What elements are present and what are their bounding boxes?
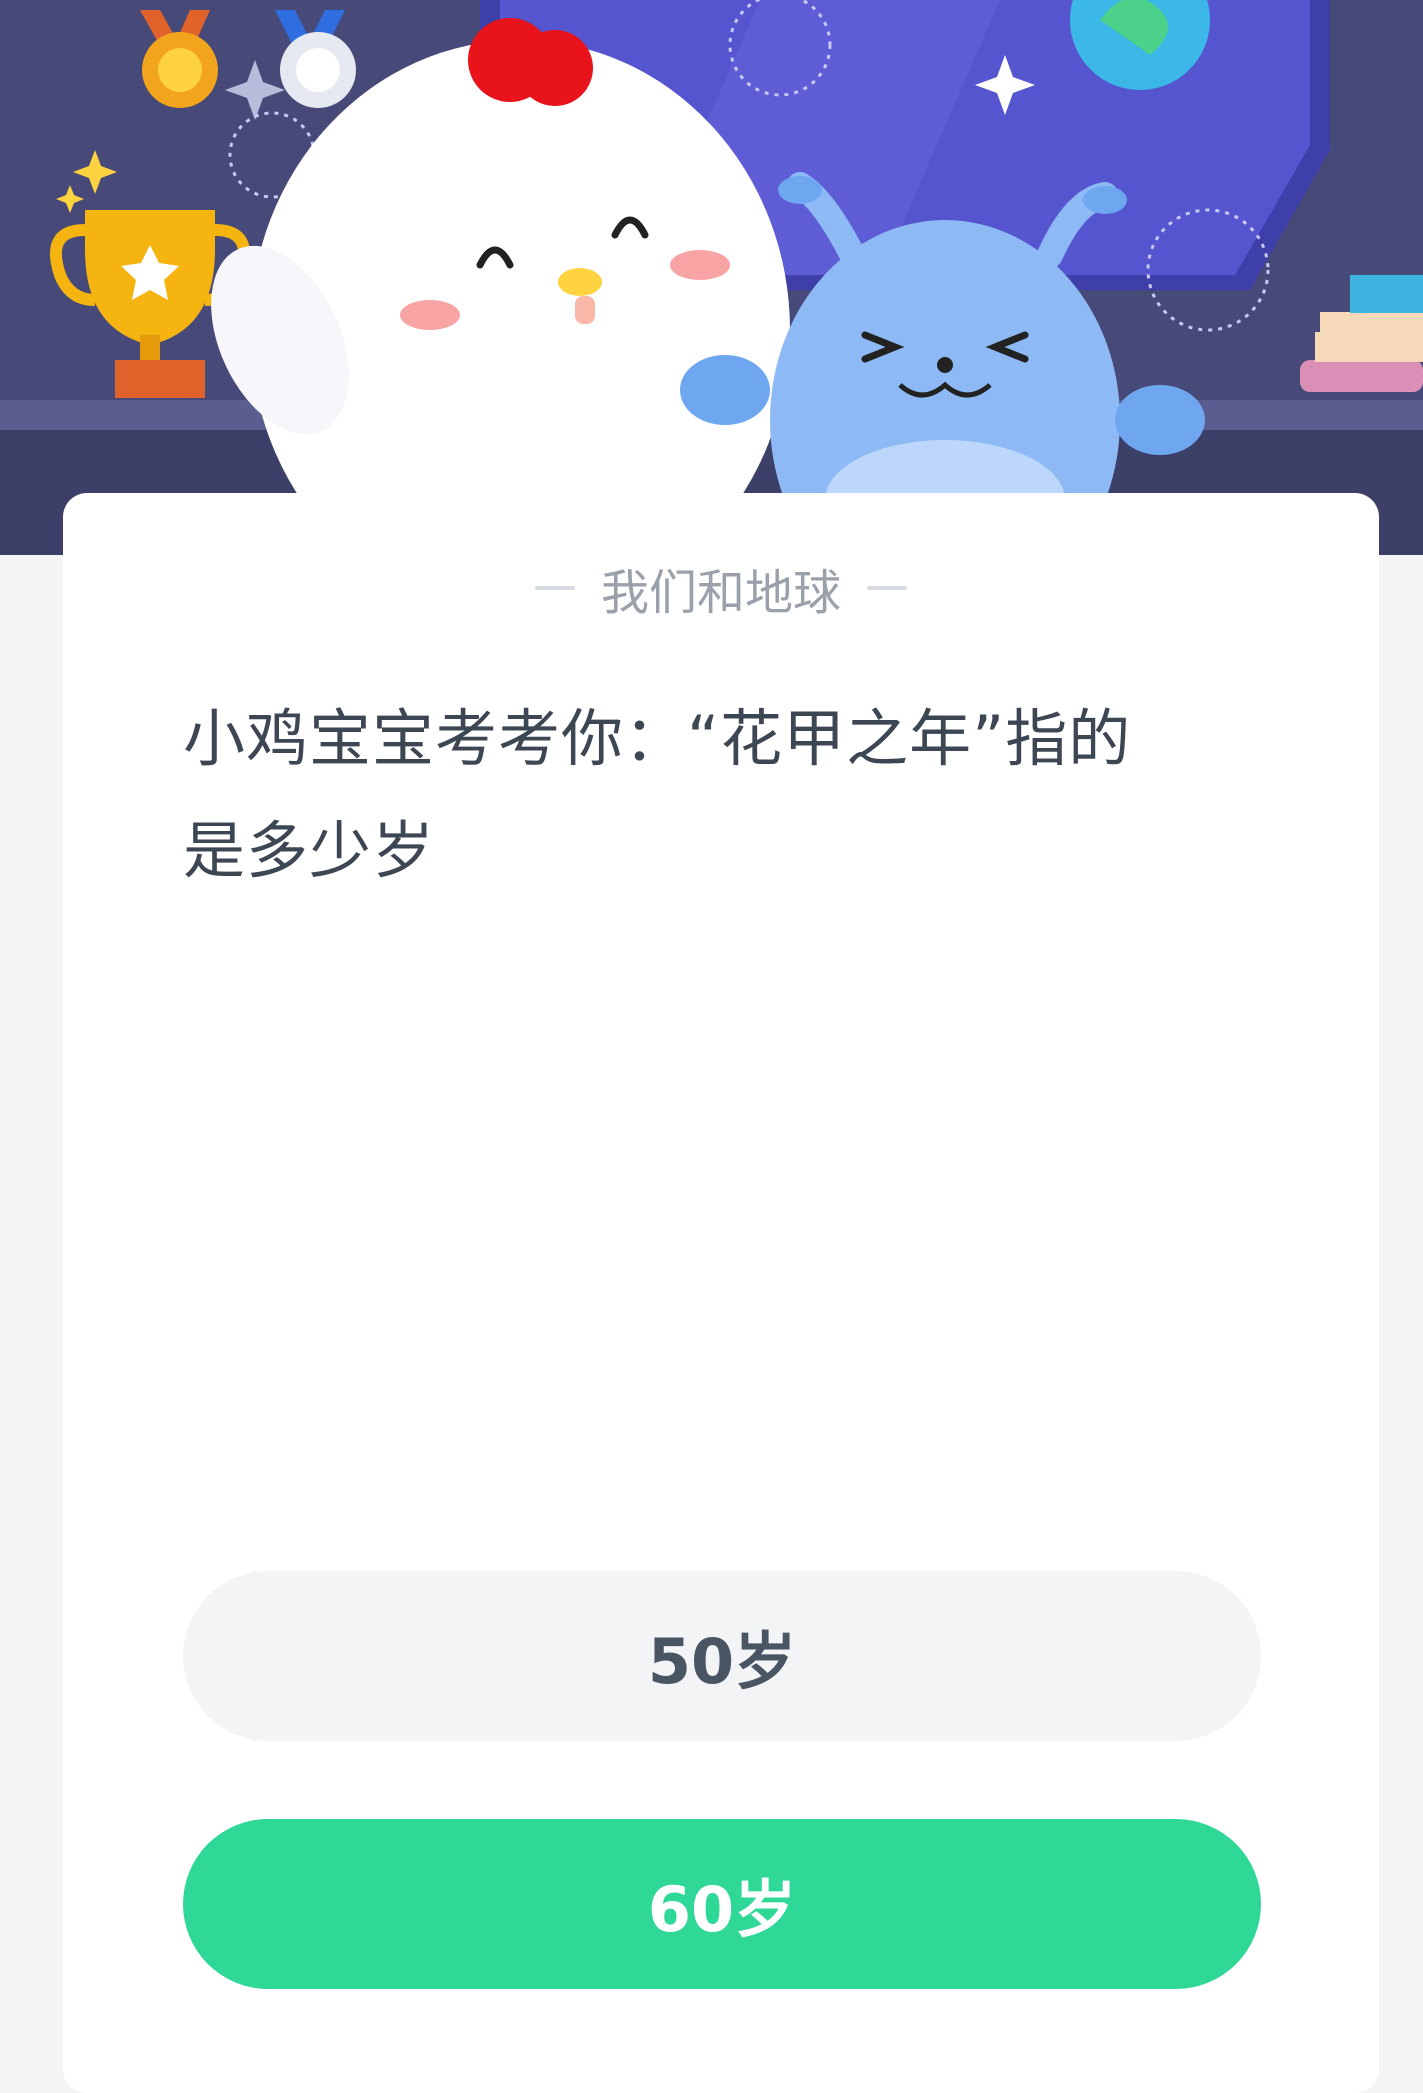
- divider-right: [867, 586, 907, 590]
- category-header: 我们和地球: [63, 553, 1379, 623]
- question-text: 小鸡宝宝考考你：“花甲之年”指的 是多少岁: [183, 683, 1263, 907]
- answer-option-label: 50岁: [647, 1625, 797, 1698]
- answer-option-a[interactable]: 50岁: [183, 1571, 1261, 1741]
- category-title: 我们和地球: [600, 565, 841, 621]
- divider-left: [534, 586, 575, 590]
- question-card: 我们和地球 小鸡宝宝考考你：“花甲之年”指的 是多少岁 50岁 60岁: [63, 493, 1379, 2093]
- question-line: 小鸡宝宝考考你：“花甲之年”指的: [183, 702, 1132, 775]
- answer-option-label: 60岁: [647, 1873, 797, 1946]
- question-line: 是多少岁: [183, 814, 436, 887]
- answer-option-b[interactable]: 60岁: [183, 1819, 1261, 1989]
- header-banner: [0, 0, 1423, 555]
